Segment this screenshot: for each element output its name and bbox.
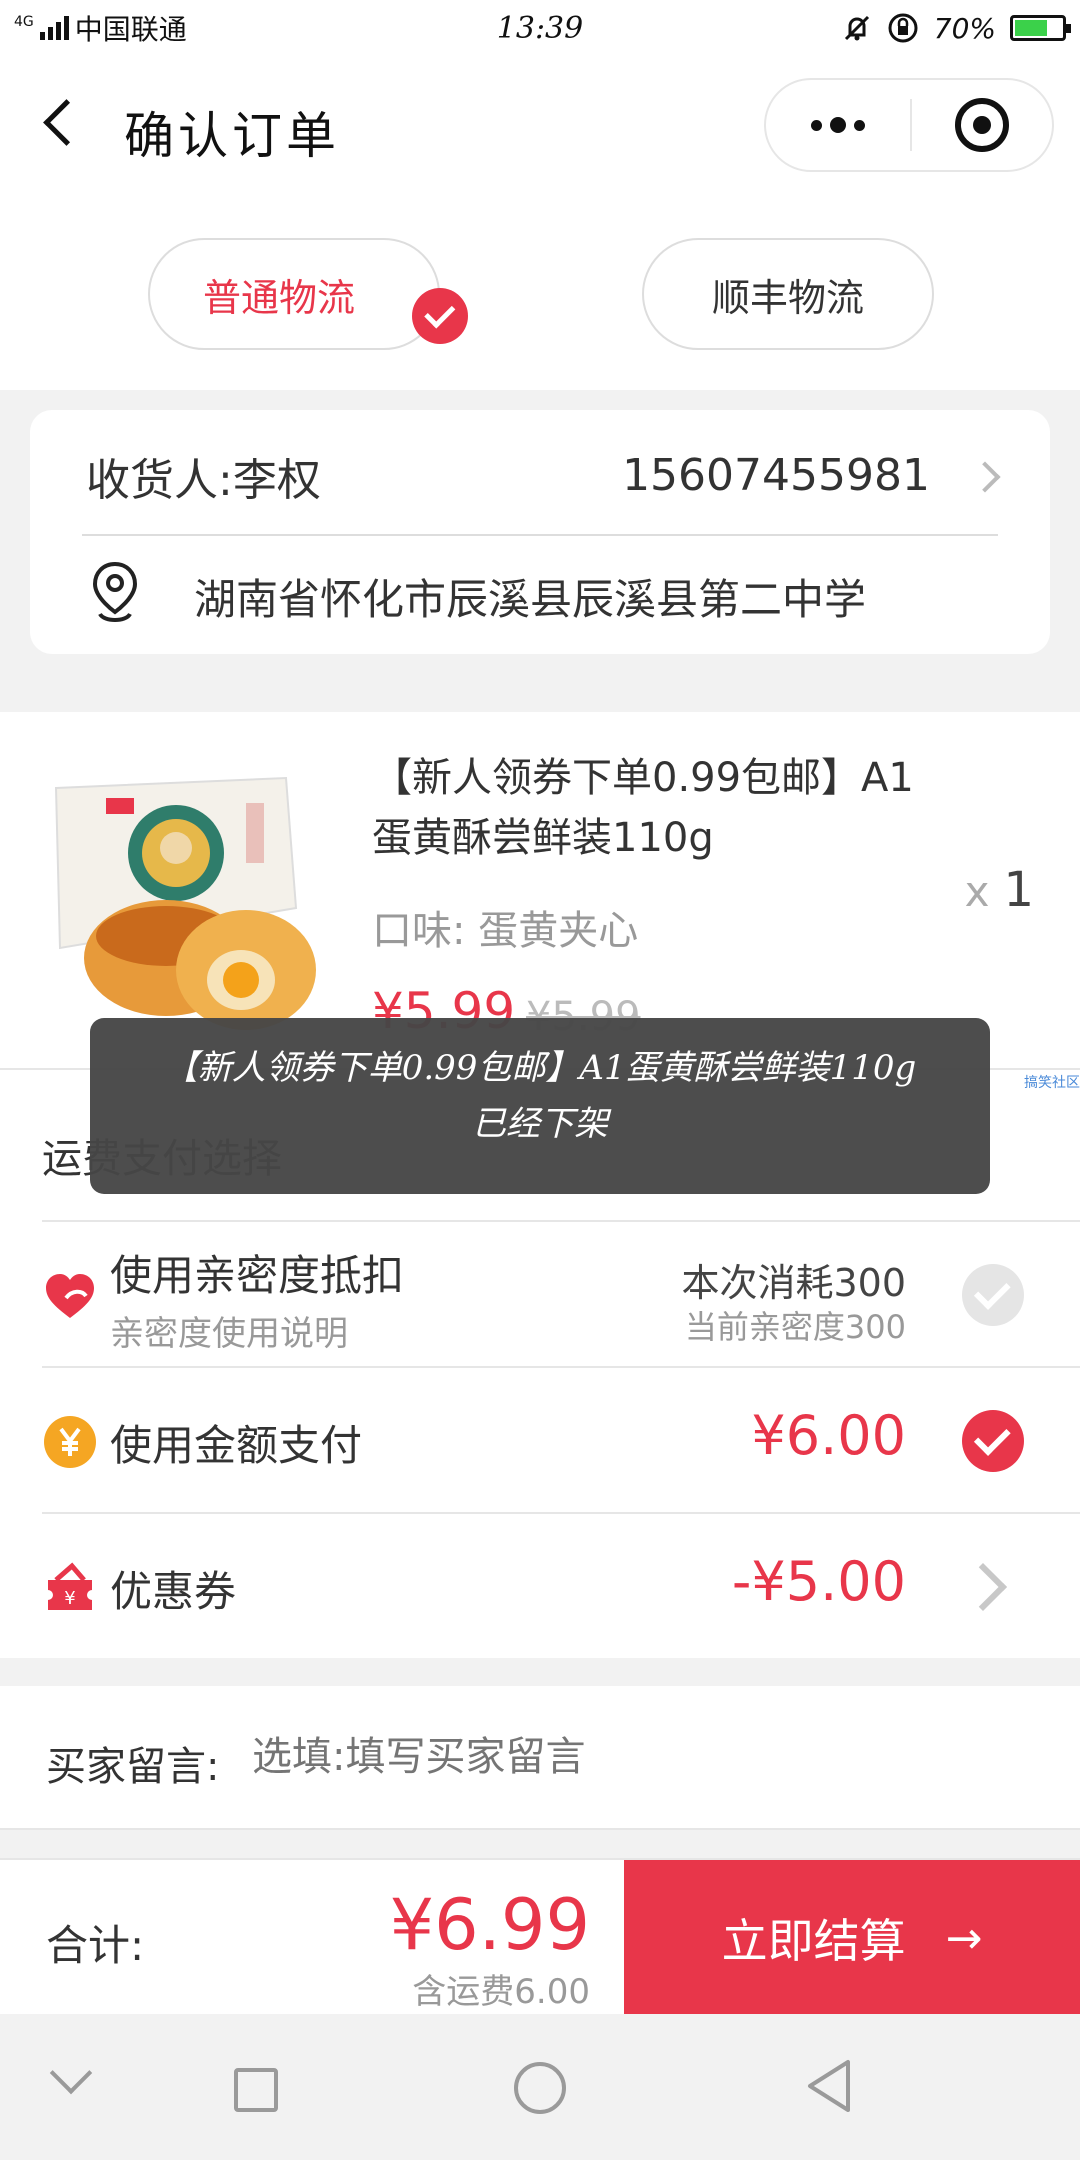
status-time: 13:39 <box>496 10 584 46</box>
more-dots-icon[interactable] <box>766 80 910 170</box>
intimacy-check-icon[interactable] <box>962 1264 1024 1326</box>
qty-prefix: x <box>964 867 990 916</box>
checkout-bar: 合计: ¥6.99 含运费6.00 立即结算 → <box>0 1858 1080 2016</box>
buyer-message-row: 买家留言: <box>0 1686 1080 1830</box>
page-title: 确认订单 <box>124 107 340 165</box>
logistics-option-normal[interactable]: 普通物流 <box>148 238 440 350</box>
coupon-icon: ¥ <box>48 1562 92 1610</box>
divider <box>82 534 998 536</box>
product-title: 【新人领券下单0.99包邮】A1蛋黄酥尝鲜装110g <box>372 755 914 861</box>
back-triangle-icon[interactable] <box>804 2058 854 2114</box>
checkout-button[interactable]: 立即结算 → <box>624 1860 1080 2016</box>
back-arrow-icon[interactable] <box>36 98 88 150</box>
amount-pay-value: ¥6.00 <box>751 1404 906 1467</box>
hide-keyboard-icon[interactable] <box>49 2051 93 2095</box>
selected-check-icon <box>412 288 468 344</box>
total-label: 合计: <box>46 1921 145 1970</box>
svg-text:¥: ¥ <box>64 1588 75 1609</box>
mini-program-capsule <box>764 78 1054 172</box>
shipping-note: 含运费6.00 <box>412 1972 590 2012</box>
battery-icon <box>1010 15 1071 41</box>
intimacy-row[interactable]: 使用亲密度抵扣 亲密度使用说明 本次消耗300 当前亲密度300 <box>42 1220 1080 1366</box>
product-spec: 口味: 蛋黄夹心 <box>372 908 639 954</box>
chevron-right-icon <box>958 1562 1008 1612</box>
heart-icon <box>46 1274 94 1318</box>
coupon-row[interactable]: ¥ 优惠券 -¥5.00 <box>42 1512 1080 1658</box>
buyer-message-input[interactable] <box>252 1734 1012 1780</box>
coupon-value: -¥5.00 <box>731 1550 906 1613</box>
checkout-button-label: 立即结算 <box>721 1914 906 1968</box>
recent-apps-icon[interactable] <box>234 2068 278 2112</box>
intimacy-consume: 本次消耗300 <box>681 1261 906 1305</box>
qty-value: 1 <box>1003 862 1034 918</box>
coupon-label: 优惠券 <box>110 1567 237 1616</box>
intimacy-help-link[interactable]: 亲密度使用说明 <box>110 1306 348 1355</box>
product-image <box>54 776 316 1030</box>
address-detail: 湖南省怀化市辰溪县辰溪县第二中学 <box>194 575 867 624</box>
location-pin-icon <box>92 561 138 622</box>
arrow-right-icon: → <box>945 1912 983 1964</box>
status-bar: 4G 中国联通 13:39 70% <box>0 0 1080 56</box>
logistics-label: 普通物流 <box>202 275 355 320</box>
product-row: 【新人领券下单0.99包邮】A1蛋黄酥尝鲜装110g 口味: 蛋黄夹心 x1 ¥… <box>0 712 1080 1068</box>
intimacy-current: 当前亲密度300 <box>684 1308 906 1346</box>
system-nav-bar <box>0 2014 1080 2160</box>
amount-check-icon[interactable] <box>962 1410 1024 1472</box>
intimacy-label: 使用亲密度抵扣 <box>110 1251 405 1300</box>
chevron-right-icon <box>969 461 1001 493</box>
toast-message: 【新人领券下单0.99包邮】A1蛋黄酥尝鲜装110g已经下架 <box>90 1018 990 1194</box>
recipient-phone: 15607455981 <box>622 450 930 501</box>
home-icon[interactable] <box>514 2062 566 2114</box>
logistics-option-sf[interactable]: 顺丰物流 <box>642 238 934 350</box>
product-quantity: x1 <box>965 862 1034 918</box>
watermark: 搞笑社区 <box>1024 1075 1080 1091</box>
address-card[interactable]: 收货人:李权 15607455981 湖南省怀化市辰溪县辰溪县第二中学 <box>30 410 1050 654</box>
buyer-message-label: 买家留言: <box>46 1744 220 1790</box>
nav-bar: 确认订单 <box>0 56 1080 196</box>
recipient-name: 收货人:李权 <box>86 455 321 506</box>
amount-pay-label: 使用金额支付 <box>110 1421 363 1470</box>
logistics-selector: 普通物流 顺丰物流 <box>0 196 1080 390</box>
yuan-coin-icon <box>44 1416 96 1468</box>
total-amount: ¥6.99 <box>389 1884 590 1966</box>
logistics-label: 顺丰物流 <box>711 275 864 320</box>
close-target-icon[interactable] <box>912 98 1052 152</box>
amount-pay-row[interactable]: 使用金额支付 ¥6.00 <box>42 1366 1080 1512</box>
